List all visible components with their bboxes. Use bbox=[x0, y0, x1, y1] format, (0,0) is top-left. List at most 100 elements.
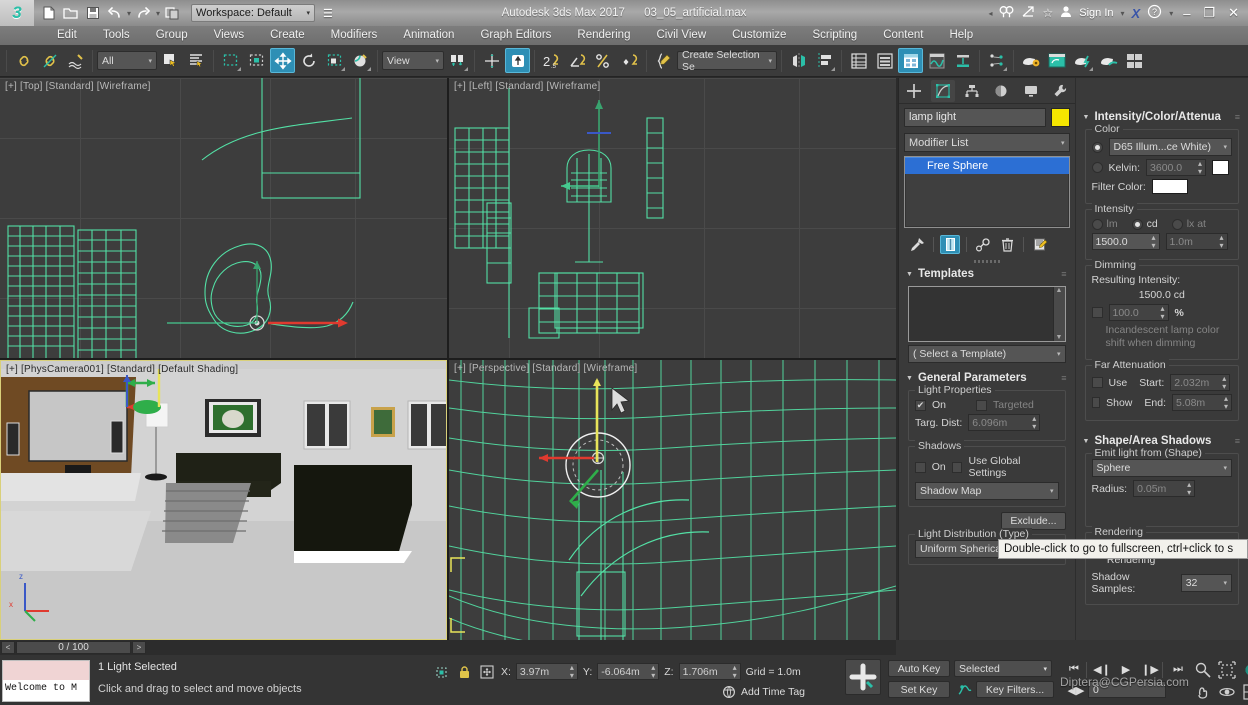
object-name-input[interactable]: lamp light bbox=[904, 108, 1046, 127]
pin-stack-icon[interactable] bbox=[907, 235, 927, 254]
color-preset-combo[interactable]: D65 Illum...ce White) ▾ bbox=[1108, 138, 1232, 156]
app-logo-icon[interactable]: 3 bbox=[0, 0, 34, 26]
snaps-toggle-icon[interactable]: 2.5 bbox=[539, 48, 564, 73]
targeted-checkbox[interactable] bbox=[976, 399, 988, 411]
viewport-left[interactable]: [+] [Left] [Standard] [Wireframe] bbox=[449, 78, 896, 358]
menu-item-graph-editors[interactable]: Graph Editors bbox=[467, 26, 564, 45]
key-mode-combo[interactable]: Selected ▾ bbox=[954, 660, 1052, 677]
layer-manager-icon[interactable] bbox=[872, 48, 897, 73]
curve-editor-icon[interactable] bbox=[924, 48, 949, 73]
kelvin-color-swatch[interactable] bbox=[1212, 160, 1230, 175]
current-frame-field[interactable]: 0 bbox=[1088, 681, 1166, 698]
menu-item-civil-view[interactable]: Civil View bbox=[643, 26, 719, 45]
far-atten-start-spinner[interactable]: 2.032m ▴ ▾ bbox=[1170, 374, 1231, 392]
prev-frame-button[interactable]: < bbox=[1, 641, 15, 654]
share-icon[interactable] bbox=[1021, 5, 1035, 21]
scroll-down-icon[interactable]: ▼ bbox=[1054, 334, 1065, 341]
pan-view-icon[interactable] bbox=[1192, 681, 1214, 702]
spinner-arrows-icon[interactable]: ▴ ▾ bbox=[1160, 304, 1164, 321]
motion-tab-icon[interactable] bbox=[989, 80, 1013, 102]
workspace-combo[interactable]: Workspace: Default ▾ bbox=[191, 4, 316, 22]
use-global-settings-checkbox[interactable] bbox=[951, 461, 963, 473]
selection-filter-combo[interactable]: All ▾ bbox=[97, 51, 157, 70]
favorites-star-icon[interactable]: ☆ bbox=[1042, 6, 1053, 20]
absolute-relative-mode-icon[interactable] bbox=[478, 663, 496, 681]
modify-tab-icon[interactable] bbox=[930, 79, 955, 102]
redo-icon[interactable] bbox=[134, 4, 153, 23]
selection-lock-icon[interactable] bbox=[455, 663, 473, 681]
add-time-tag-button[interactable]: Add Time Tag bbox=[722, 685, 805, 699]
menu-item-help[interactable]: Help bbox=[936, 26, 986, 45]
render-setup-icon[interactable] bbox=[1018, 48, 1043, 73]
menu-item-create[interactable]: Create bbox=[257, 26, 318, 45]
select-object-icon[interactable] bbox=[158, 48, 183, 73]
targ-dist-spinner[interactable]: 6.096m ▴ ▾ bbox=[968, 414, 1041, 431]
far-atten-show-checkbox[interactable] bbox=[1091, 397, 1101, 409]
spinner-arrows-icon[interactable]: ▴ ▾ bbox=[570, 663, 574, 680]
viewport-camera[interactable]: x z [+] [PhysCamera001] [Standard] [Defa… bbox=[0, 360, 447, 640]
maxscript-mini-listener[interactable]: Welcome to M bbox=[2, 660, 90, 702]
maxscript-output-pane[interactable] bbox=[3, 661, 89, 680]
dim-percent-spinner[interactable]: 100.0 ▴ ▾ bbox=[1108, 304, 1169, 321]
rendered-frame-window-icon[interactable] bbox=[1044, 48, 1069, 73]
shadow-type-combo[interactable]: Shadow Map ▾ bbox=[915, 482, 1059, 500]
kelvin-spinner[interactable]: 3600.0 ▴ ▾ bbox=[1146, 159, 1207, 176]
render-in-cloud-icon[interactable] bbox=[1122, 48, 1147, 73]
spinner-arrows-icon[interactable]: ▴ ▾ bbox=[1222, 374, 1226, 391]
display-tab-icon[interactable] bbox=[1019, 80, 1043, 102]
workspace-menu-icon[interactable]: ☰ bbox=[323, 7, 333, 20]
new-file-icon[interactable] bbox=[39, 4, 58, 23]
open-file-icon[interactable] bbox=[61, 4, 80, 23]
select-and-rotate-icon[interactable] bbox=[296, 48, 321, 73]
intensity-value-spinner[interactable]: 1500.0 ▴ ▾ bbox=[1091, 233, 1160, 250]
rollout-menu-icon[interactable]: ≡ bbox=[1061, 373, 1067, 383]
undo-dropdown-icon[interactable]: ▾ bbox=[127, 9, 131, 18]
light-on-checkbox[interactable]: ✔ bbox=[915, 399, 926, 411]
minimize-button[interactable]: – bbox=[1180, 6, 1193, 21]
scene-explorer-icon[interactable] bbox=[898, 48, 923, 73]
templates-header[interactable]: ▼ Templates ≡ bbox=[902, 265, 1072, 283]
make-unique-icon[interactable] bbox=[973, 235, 993, 254]
orbit-view-icon[interactable] bbox=[1216, 681, 1238, 702]
select-and-scale-icon[interactable] bbox=[322, 48, 347, 73]
percent-snap-toggle-icon[interactable] bbox=[591, 48, 616, 73]
sign-in-link[interactable]: Sign In bbox=[1079, 7, 1113, 19]
select-and-manipulate-icon[interactable] bbox=[505, 48, 530, 73]
project-folder-icon[interactable] bbox=[163, 4, 182, 23]
radius-spinner[interactable]: 0.05m ▴ ▾ bbox=[1133, 480, 1196, 498]
key-mode-toggle-icon[interactable]: ◀▶ bbox=[1066, 681, 1086, 700]
menu-item-content[interactable]: Content bbox=[870, 26, 936, 45]
exchange-app-icon[interactable]: X bbox=[1132, 6, 1141, 21]
set-key-button[interactable]: Set Key bbox=[888, 681, 950, 698]
named-selection-sets-combo[interactable]: Create Selection Se ▾ bbox=[677, 49, 777, 73]
align-gizmo-icon[interactable] bbox=[479, 48, 504, 73]
user-account-icon[interactable] bbox=[1060, 5, 1072, 21]
menu-item-animation[interactable]: Animation bbox=[390, 26, 467, 45]
menu-item-tools[interactable]: Tools bbox=[90, 26, 143, 45]
modifier-stack-item[interactable]: Free Sphere bbox=[905, 157, 1069, 174]
zoom-icon[interactable] bbox=[1192, 659, 1214, 680]
spinner-arrows-icon[interactable]: ▴ ▾ bbox=[733, 663, 737, 680]
viewport-perspective[interactable]: [+] [Perspective] [Standard] [Wireframe] bbox=[449, 360, 896, 640]
incandescent-shift-row[interactable]: Incandescent lamp color shift when dimmi… bbox=[1092, 324, 1233, 350]
help-dropdown-icon[interactable]: ▾ bbox=[1169, 9, 1173, 18]
lx-distance-spinner[interactable]: 1.0m ▴ ▾ bbox=[1165, 233, 1228, 250]
time-slider[interactable]: < 0 / 100 > bbox=[0, 640, 896, 655]
spinner-arrows-icon[interactable]: ▴ ▾ bbox=[651, 663, 655, 680]
scroll-up-icon[interactable]: ▲ bbox=[1054, 287, 1065, 294]
configure-modifier-sets-icon[interactable] bbox=[1030, 235, 1050, 254]
unit-lx-radio[interactable] bbox=[1171, 218, 1183, 230]
next-frame-button[interactable]: > bbox=[132, 641, 146, 654]
previous-frame-icon[interactable]: ◀❙ bbox=[1092, 660, 1112, 679]
menu-item-modifiers[interactable]: Modifiers bbox=[318, 26, 391, 45]
close-button[interactable]: ✕ bbox=[1225, 5, 1242, 21]
help-circle-icon[interactable]: ? bbox=[1147, 4, 1162, 22]
rollout-menu-icon[interactable]: ≡ bbox=[1235, 112, 1241, 122]
spinner-arrows-icon[interactable]: ▴ ▾ bbox=[1187, 480, 1191, 497]
menu-item-scripting[interactable]: Scripting bbox=[799, 26, 870, 45]
far-atten-end-spinner[interactable]: 5.08m ▴ ▾ bbox=[1172, 394, 1232, 412]
auto-key-button[interactable]: Auto Key bbox=[888, 660, 950, 677]
spinner-arrows-icon[interactable]: ▴ ▾ bbox=[1151, 233, 1155, 250]
spinner-arrows-icon[interactable]: ▴ ▾ bbox=[1219, 233, 1223, 250]
field-of-view-icon[interactable] bbox=[1240, 659, 1248, 680]
